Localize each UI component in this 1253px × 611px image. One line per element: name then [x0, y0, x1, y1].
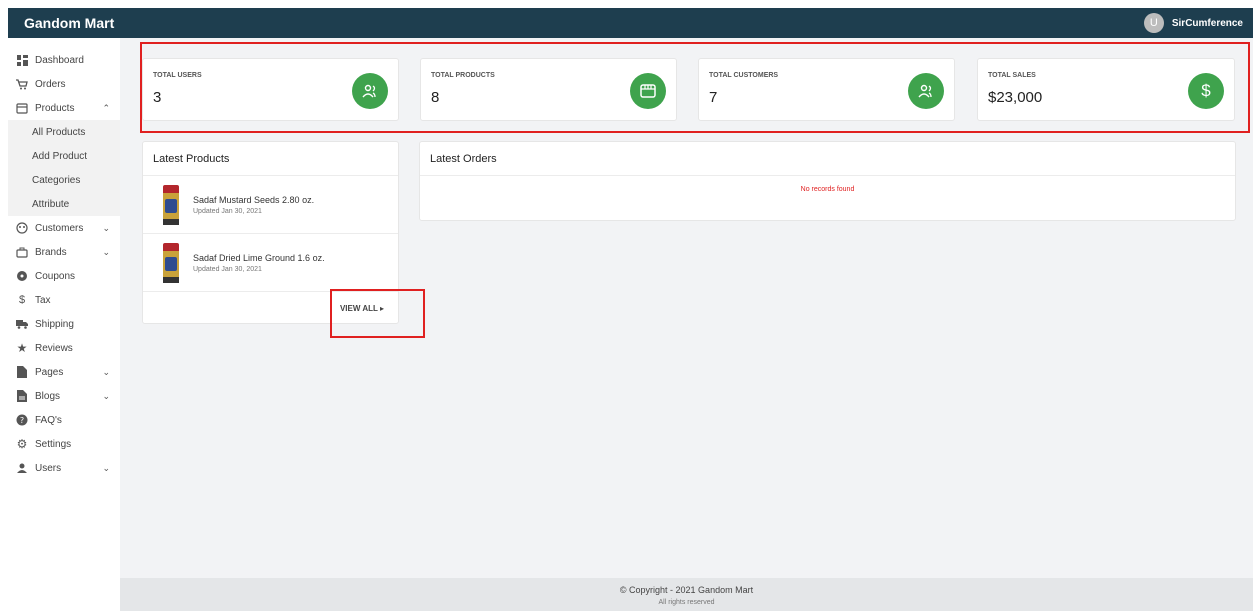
sidebar-item-orders[interactable]: Orders [8, 72, 120, 96]
sidebar-item-products[interactable]: Products ⌃ [8, 96, 120, 120]
sidebar-item-dashboard[interactable]: Dashboard [8, 48, 120, 72]
sidebar-item-settings[interactable]: ⚙ Settings [8, 432, 120, 456]
user-icon [16, 462, 28, 474]
sidebar-item-label: Reviews [35, 342, 73, 354]
sidebar-item-blogs[interactable]: Blogs ⌄ [8, 384, 120, 408]
sidebar-item-tax[interactable]: $ Tax [8, 288, 120, 312]
product-updated: Updated Jan 30, 2021 [193, 265, 262, 273]
sidebar-item-label: Users [35, 462, 62, 474]
product-thumbnail [163, 184, 179, 225]
blog-icon [16, 390, 28, 402]
submenu-item-categories[interactable]: Categories [8, 168, 120, 192]
sidebar-item-label: Shipping [35, 318, 74, 330]
top-bar: Gandom Mart U SirCumference [8, 8, 1253, 38]
sidebar-item-label: Customers [35, 222, 84, 234]
sidebar-item-reviews[interactable]: ★ Reviews [8, 336, 120, 360]
chevron-down-icon: ⌄ [102, 366, 110, 377]
panel-title: Latest Products [143, 142, 398, 176]
sidebar-item-label: Settings [35, 438, 72, 450]
sidebar-item-customers[interactable]: Customers ⌄ [8, 216, 120, 240]
sidebar-item-label: Coupons [35, 270, 76, 282]
dashboard-icon [16, 54, 28, 66]
brand-title[interactable]: Gandom Mart [8, 15, 128, 31]
sidebar-item-label: Orders [35, 78, 66, 90]
brands-icon [16, 246, 28, 258]
sidebar-item-label: Products [35, 102, 75, 114]
customers-icon [16, 222, 28, 234]
username[interactable]: SirCumference [1172, 18, 1243, 29]
store-icon [16, 102, 28, 114]
submenu-item-all-products[interactable]: All Products [8, 120, 120, 144]
submenu-item-add-product[interactable]: Add Product [8, 144, 120, 168]
star-icon: ★ [16, 341, 28, 355]
product-name: Sadaf Mustard Seeds 2.80 oz. [193, 194, 315, 205]
sidebar-item-shipping[interactable]: Shipping [8, 312, 120, 336]
chevron-down-icon: ⌄ [102, 462, 110, 473]
user-menu[interactable]: U SirCumference [1143, 13, 1253, 33]
svg-text:?: ? [20, 416, 24, 425]
sidebar: Dashboard Orders Products ⌃ All Products… [8, 38, 120, 611]
sidebar-item-faqs[interactable]: ? FAQ's [8, 408, 120, 432]
footer: © Copyright - 2021 Gandom Mart All right… [120, 578, 1253, 611]
highlight-box-view-all [330, 289, 425, 338]
rights-text: All rights reserved [658, 599, 715, 606]
product-updated: Updated Jan 30, 2021 [193, 207, 262, 215]
submenu-item-attribute[interactable]: Attribute [8, 192, 120, 216]
sidebar-item-label: FAQ's [35, 414, 62, 426]
avatar[interactable]: U [1143, 13, 1164, 33]
product-thumbnail [163, 242, 179, 283]
sidebar-item-label: Dashboard [35, 54, 84, 66]
cart-icon [16, 78, 28, 90]
copyright-text: © Copyright - 2021 Gandom Mart [619, 585, 754, 595]
latest-orders-panel: Latest Orders No records found [419, 141, 1236, 221]
product-name: Sadaf Dried Lime Ground 1.6 oz. [193, 252, 325, 263]
empty-state-message: No records found [800, 186, 855, 193]
dollar-icon: $ [18, 294, 26, 306]
sidebar-item-coupons[interactable]: Coupons [8, 264, 120, 288]
list-item[interactable]: Sadaf Dried Lime Ground 1.6 oz. Updated … [143, 234, 398, 292]
sidebar-item-users[interactable]: Users ⌄ [8, 456, 120, 480]
chevron-down-icon: ⌄ [102, 390, 110, 401]
page-icon [16, 366, 28, 378]
list-item[interactable]: Sadaf Mustard Seeds 2.80 oz. Updated Jan… [143, 176, 398, 234]
sidebar-item-pages[interactable]: Pages ⌄ [8, 360, 120, 384]
panel-title: Latest Orders [420, 142, 1235, 176]
chevron-down-icon: ⌄ [102, 222, 110, 233]
gear-icon: ⚙ [16, 437, 28, 451]
help-icon: ? [16, 414, 28, 426]
main-content: TOTAL USERS 3 TOTAL PRODUCTS 8 TOTAL CUS… [120, 38, 1253, 578]
coupon-icon [16, 270, 28, 282]
products-submenu: All Products Add Product Categories Attr… [8, 120, 120, 216]
sidebar-item-label: Blogs [35, 390, 61, 402]
sidebar-item-brands[interactable]: Brands ⌄ [8, 240, 120, 264]
chevron-up-icon: ⌃ [102, 102, 110, 113]
sidebar-item-label: Brands [35, 246, 67, 258]
chevron-down-icon: ⌄ [102, 246, 110, 257]
sidebar-item-label: Pages [35, 366, 64, 378]
sidebar-item-label: Tax [35, 294, 51, 306]
highlight-box-stats [140, 42, 1250, 133]
truck-icon [16, 318, 28, 330]
